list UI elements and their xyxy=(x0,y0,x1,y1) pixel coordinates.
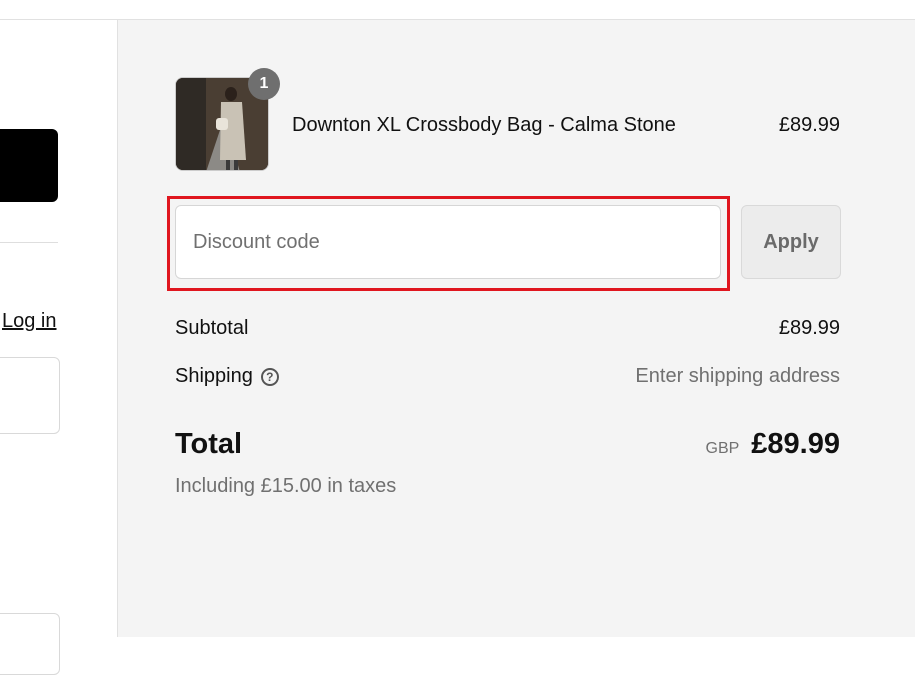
question-circle-icon[interactable]: ? xyxy=(260,367,279,386)
currency-code: GBP xyxy=(705,440,740,457)
email-field[interactable] xyxy=(0,357,60,434)
shipping-label: Shipping xyxy=(175,365,253,387)
quantity-badge: 1 xyxy=(248,68,280,100)
discount-code-input[interactable] xyxy=(175,205,721,279)
top-bar xyxy=(0,0,915,20)
shipping-row: Shipping ? xyxy=(175,365,279,388)
total-label: Total xyxy=(175,428,243,460)
login-link[interactable]: Log in xyxy=(2,310,57,333)
product-price: £89.99 xyxy=(778,114,840,136)
form-field[interactable] xyxy=(0,613,60,675)
product-name: Downton XL Crossbody Bag - Calma Stone xyxy=(292,114,676,136)
shipping-value: Enter shipping address xyxy=(635,365,840,387)
divider xyxy=(0,242,58,243)
total-amount: GBP £89.99 xyxy=(706,428,841,461)
apply-discount-button[interactable]: Apply xyxy=(741,205,841,279)
express-checkout-button[interactable] xyxy=(0,129,58,202)
order-summary-panel: 1 Downton XL Crossbody Bag - Calma Stone… xyxy=(117,20,915,637)
taxes-note: Including £15.00 in taxes xyxy=(175,475,397,497)
subtotal-value: £89.99 xyxy=(778,317,840,339)
checkout-form-panel: Log in xyxy=(0,20,117,675)
subtotal-label: Subtotal xyxy=(175,317,249,339)
total-value: £89.99 xyxy=(751,428,840,460)
